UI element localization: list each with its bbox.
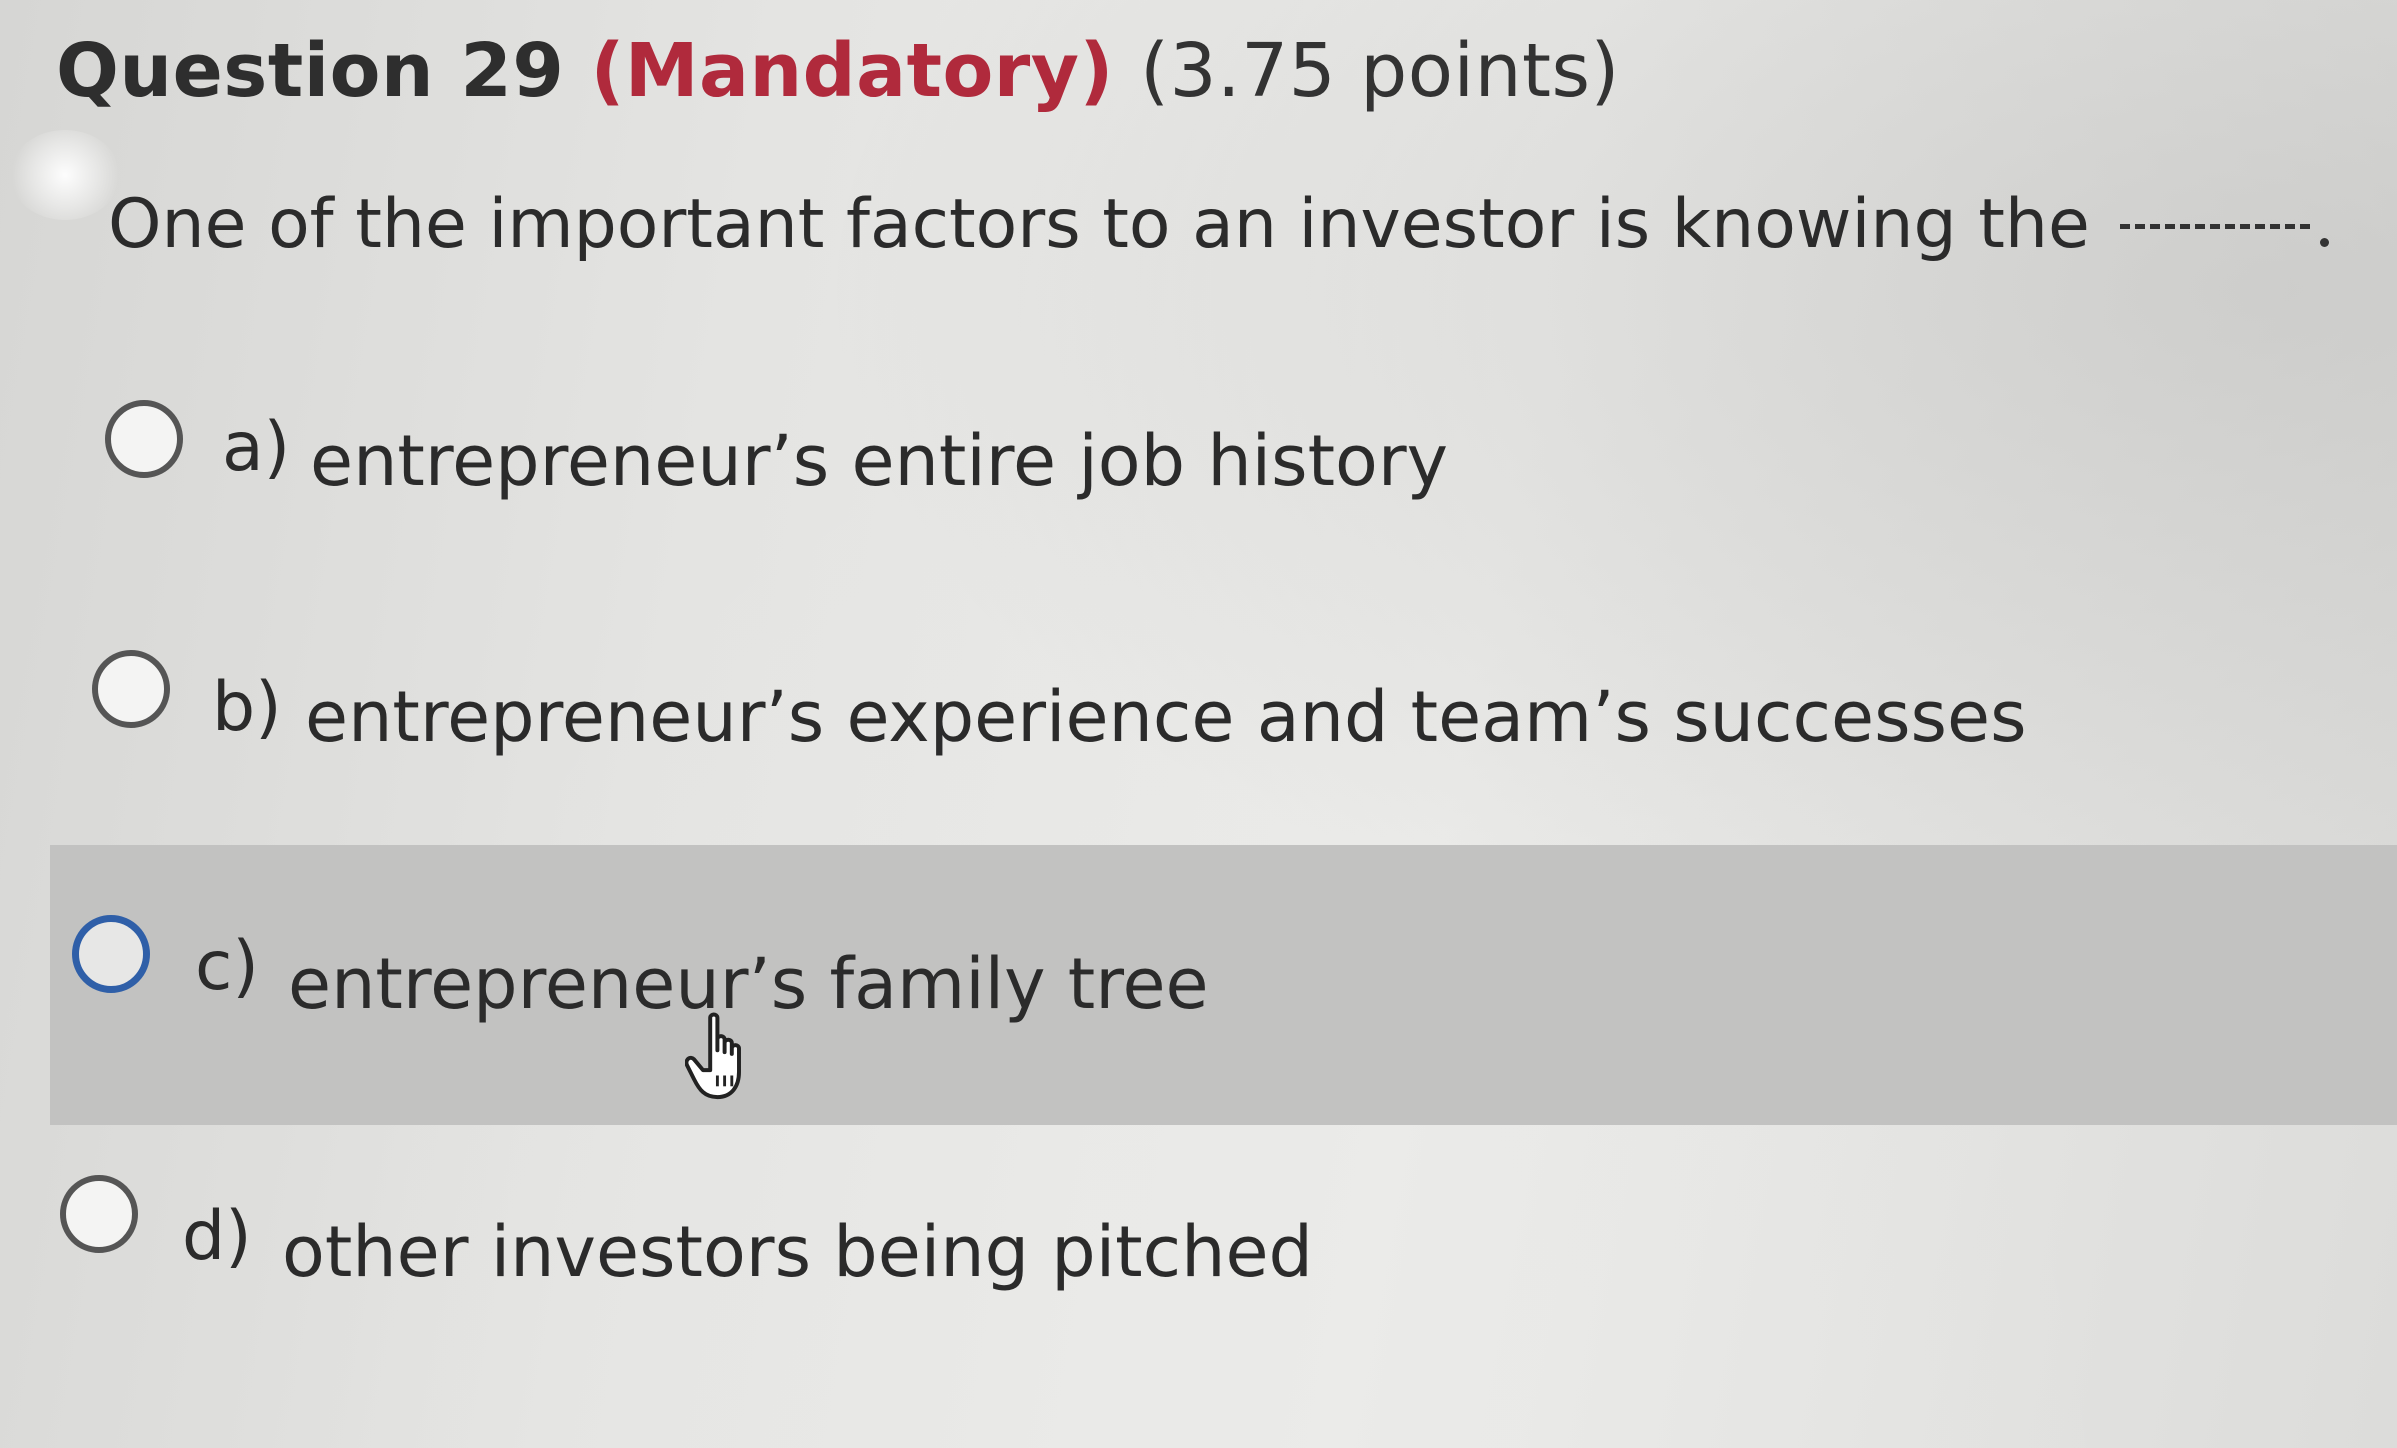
answer-option-b[interactable]: b) entrepreneur’s experience and team’s … bbox=[0, 650, 2397, 850]
points-label: (3.75 points) bbox=[1140, 28, 1620, 114]
option-letter-b: b) bbox=[212, 668, 282, 747]
question-title: Question 29 (Mandatory) (3.75 points) bbox=[56, 28, 1620, 114]
radio-button-a[interactable] bbox=[105, 400, 183, 478]
option-letter-a: a) bbox=[222, 408, 291, 487]
radio-button-d[interactable] bbox=[60, 1175, 138, 1253]
option-letter-d: d) bbox=[182, 1197, 252, 1276]
question-number: Question 29 bbox=[56, 28, 565, 114]
option-text-d[interactable]: other investors being pitched bbox=[282, 1211, 1313, 1293]
question-prompt: One of the important factors to an inves… bbox=[108, 185, 2329, 264]
mandatory-label: (Mandatory) bbox=[590, 28, 1114, 114]
option-text-b[interactable]: entrepreneur’s experience and team’s suc… bbox=[305, 676, 2027, 758]
radio-button-b[interactable] bbox=[92, 650, 170, 728]
option-text-a[interactable]: entrepreneur’s entire job history bbox=[310, 420, 1448, 502]
radio-button-c[interactable] bbox=[72, 915, 150, 993]
period-mark bbox=[2319, 238, 2329, 247]
answer-option-d[interactable]: d) other investors being pitched bbox=[0, 1175, 2397, 1375]
light-reflection bbox=[10, 130, 120, 220]
blank-icon bbox=[2119, 224, 2310, 229]
answer-option-c[interactable]: c) entrepreneur’s family tree bbox=[0, 845, 2397, 1125]
question-prompt-text: One of the important factors to an inves… bbox=[108, 185, 2090, 264]
answer-option-a[interactable]: a) entrepreneur’s entire job history bbox=[0, 390, 2397, 590]
option-letter-c: c) bbox=[195, 927, 259, 1006]
hand-pointer-icon bbox=[685, 1012, 741, 1100]
